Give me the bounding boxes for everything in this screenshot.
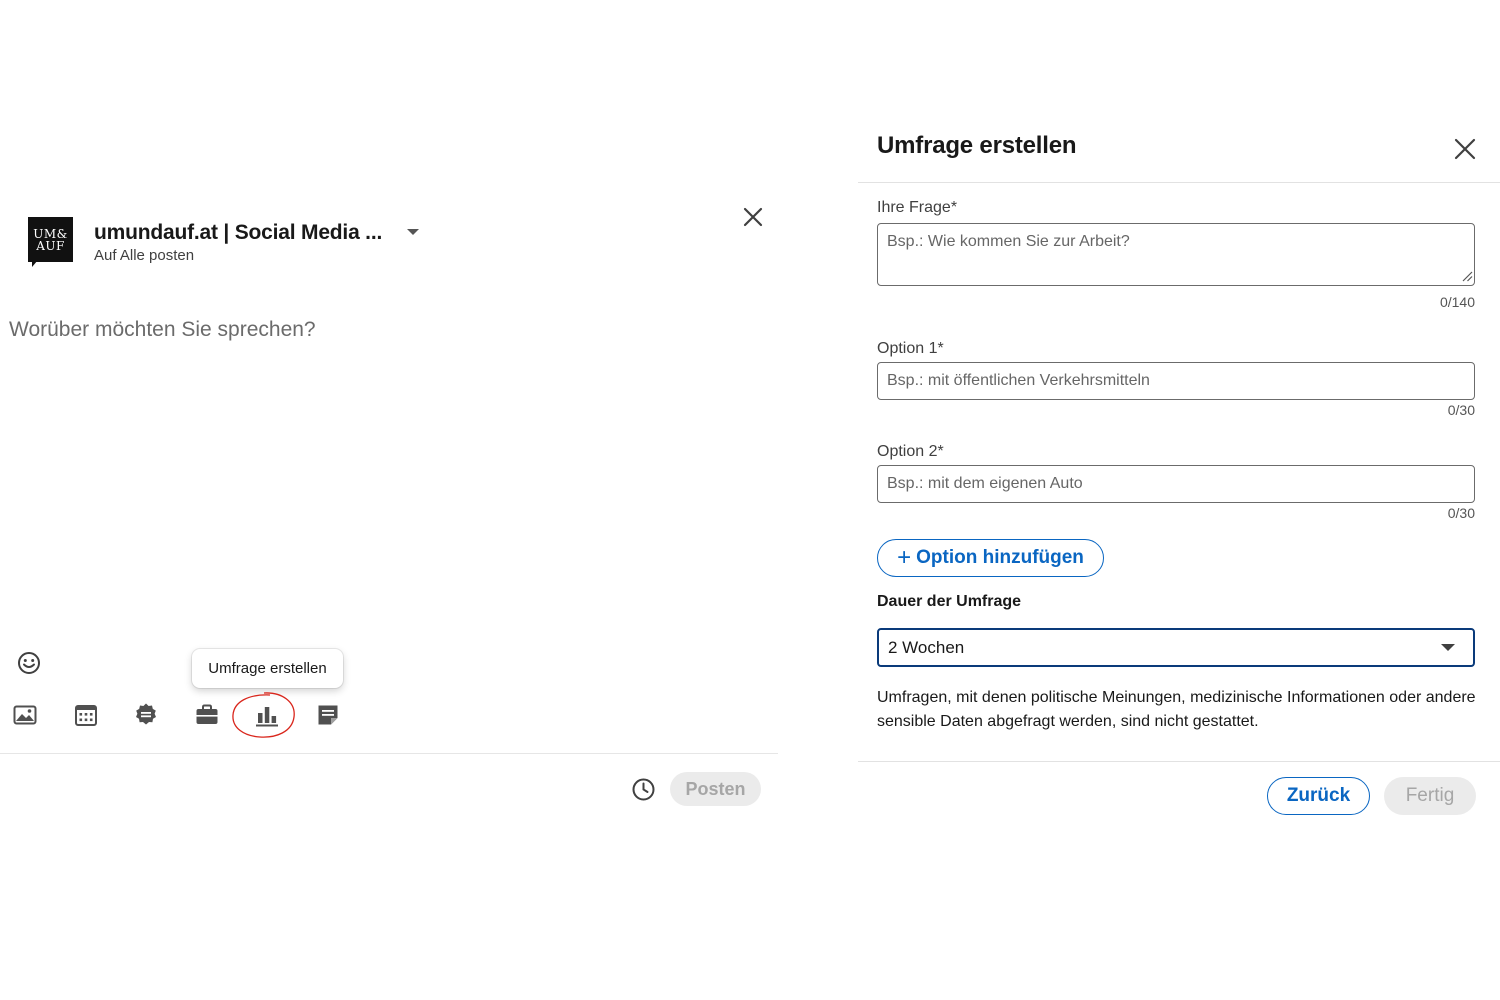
badge-icon[interactable] (133, 702, 159, 728)
poll-disclaimer: Umfragen, mit denen politische Meinungen… (877, 689, 1476, 730)
author-selector[interactable]: UM& AUF umundauf.at | Social Media ... A… (28, 217, 382, 267)
plus-icon: + (897, 544, 912, 571)
duration-select[interactable]: 2 Wochen (877, 628, 1475, 667)
footer-divider (858, 761, 1500, 762)
logo-line-2: AUF (36, 238, 65, 253)
caret-down-icon[interactable] (407, 229, 419, 235)
option-2-input[interactable] (877, 465, 1475, 503)
dialog-title: Umfrage erstellen (877, 132, 1077, 159)
question-label: Ihre Frage* (877, 199, 958, 216)
back-button[interactable]: Zurück (1267, 777, 1370, 815)
briefcase-icon[interactable] (194, 702, 220, 728)
option-1-input[interactable] (877, 362, 1475, 400)
logo-line-1: UM& (33, 226, 68, 241)
header-divider (858, 182, 1500, 183)
resize-handle-icon[interactable] (1461, 270, 1473, 282)
close-icon[interactable] (740, 204, 766, 230)
add-option-button[interactable]: + Option hinzufügen (877, 539, 1104, 577)
close-icon[interactable] (1453, 137, 1477, 161)
tooltip-create-poll: Umfrage erstellen (192, 649, 343, 688)
post-composer: UM& AUF umundauf.at | Social Media ... A… (0, 0, 778, 1000)
document-icon[interactable] (315, 702, 341, 728)
option-2-char-counter: 0/30 (1447, 505, 1475, 521)
composer-footer-divider (0, 753, 778, 754)
option-2-label: Option 2* (877, 443, 944, 460)
add-option-label: Option hinzufügen (916, 547, 1084, 568)
post-text-input[interactable] (9, 318, 749, 618)
option-1-char-counter: 0/30 (1447, 402, 1475, 418)
create-poll-dialog: Umfrage erstellen Ihre Frage* 0/140 Opti… (858, 0, 1500, 1000)
highlight-circle (232, 692, 295, 738)
duration-value: 2 Wochen (888, 637, 965, 657)
duration-label: Dauer der Umfrage (877, 593, 1022, 610)
question-char-counter: 0/140 (1439, 294, 1475, 310)
done-button[interactable]: Fertig (1384, 777, 1476, 815)
post-button[interactable]: Posten (670, 772, 761, 806)
calendar-icon[interactable] (73, 702, 99, 728)
image-icon[interactable] (12, 702, 38, 728)
option-1-label: Option 1* (877, 340, 944, 357)
post-visibility: Auf Alle posten (94, 247, 195, 264)
emoji-icon[interactable] (16, 650, 42, 676)
company-logo: UM& AUF (28, 217, 73, 267)
schedule-clock-icon[interactable] (630, 776, 657, 803)
chevron-down-icon (1441, 644, 1455, 651)
author-name: umundauf.at | Social Media ... (94, 221, 383, 244)
question-input[interactable] (877, 223, 1475, 286)
